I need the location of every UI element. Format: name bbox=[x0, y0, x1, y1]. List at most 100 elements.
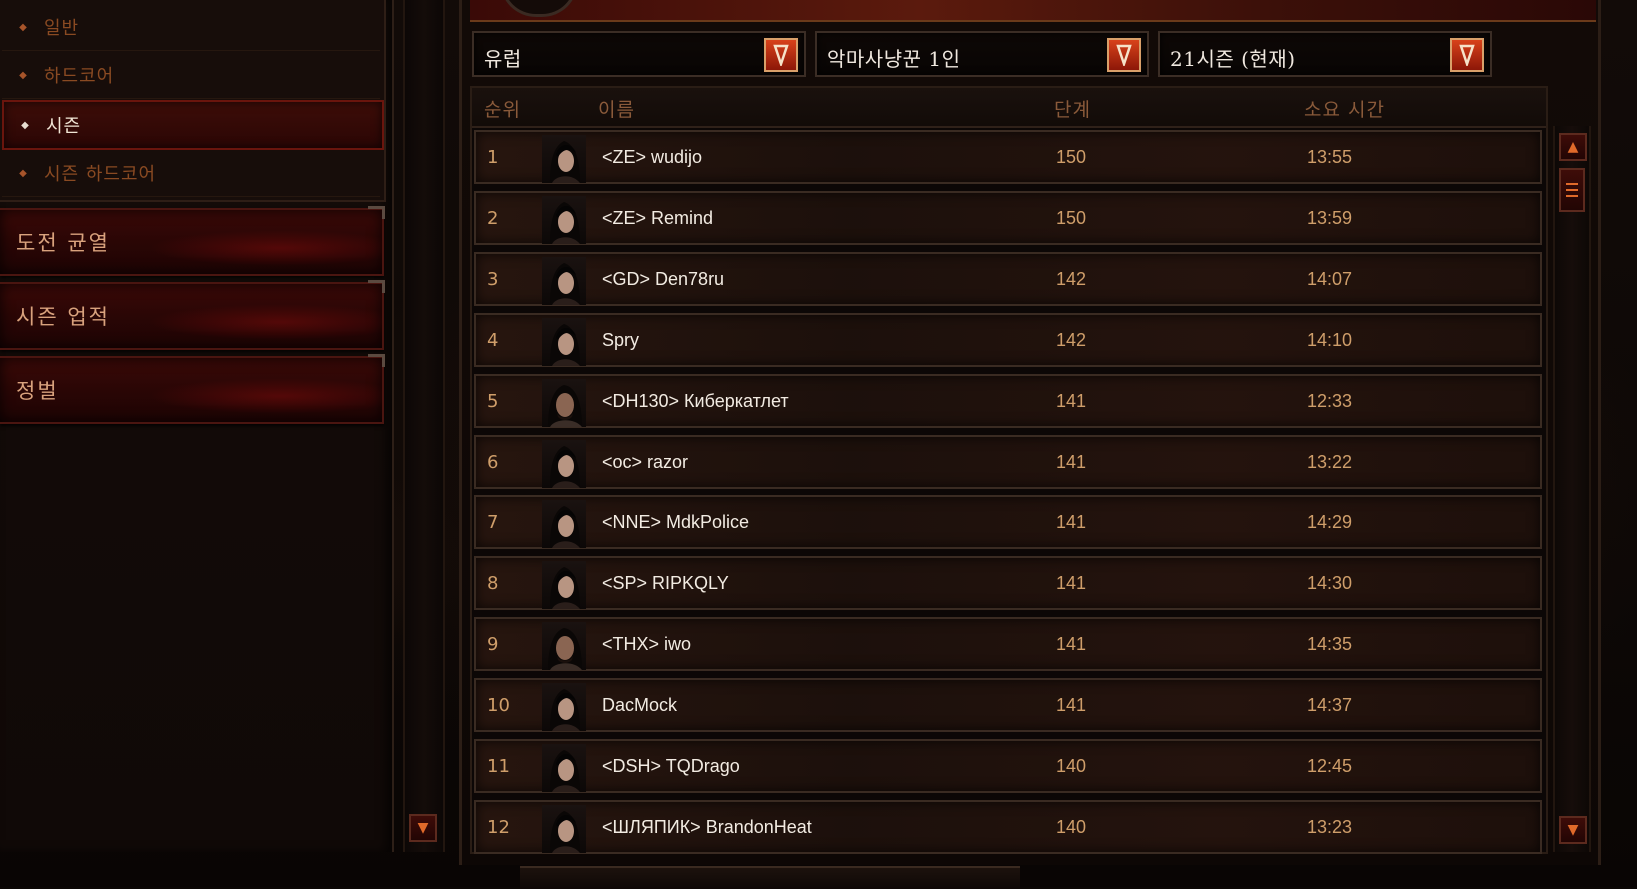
table-row[interactable]: 11 <DSH> TQDrago 140 12:45 bbox=[474, 739, 1542, 793]
player-name[interactable]: <THX> iwo bbox=[602, 634, 691, 655]
submenu-item-season[interactable]: ◆ 시즌 bbox=[2, 100, 384, 150]
rank-cell: 4 bbox=[487, 329, 499, 351]
player-name[interactable]: <DH130> Киберкатлет bbox=[602, 391, 789, 412]
time-cell: 14:30 bbox=[1307, 573, 1353, 594]
left-panel: ◆ 일반 ◆ 하드코어 ◆ 시즌 ◆ 시즌 하드코어 도전 균열 시즌 업적 정… bbox=[0, 0, 394, 852]
nav-button-label: 정벌 bbox=[16, 379, 59, 403]
player-name[interactable]: <ZE> Remind bbox=[602, 208, 713, 229]
rank-cell: 12 bbox=[487, 816, 510, 838]
table-row[interactable]: 10 DacMock 141 14:37 bbox=[474, 678, 1542, 733]
grip-icon[interactable] bbox=[1559, 168, 1585, 212]
submenu-item-label: 시즌 하드코어 bbox=[44, 164, 157, 185]
rank-cell: 1 bbox=[487, 147, 499, 168]
level-cell: 141 bbox=[1056, 695, 1087, 716]
region-value: 유럽 bbox=[484, 47, 522, 71]
time-cell: 12:45 bbox=[1307, 756, 1353, 776]
avatar bbox=[542, 683, 586, 732]
time-cell: 12:33 bbox=[1307, 390, 1353, 411]
chevron-down-icon[interactable] bbox=[1107, 38, 1141, 72]
level-cell: 141 bbox=[1056, 512, 1087, 533]
table-row[interactable]: 4 Spry 142 14:10 bbox=[474, 312, 1542, 367]
time-cell: 13:59 bbox=[1307, 207, 1353, 228]
submenu-item-season-hardcore[interactable]: ◆ 시즌 하드코어 bbox=[2, 150, 380, 197]
level-cell: 142 bbox=[1056, 329, 1087, 350]
level-cell: 140 bbox=[1056, 756, 1087, 776]
player-name[interactable]: <SP> RIPKQLY bbox=[602, 573, 729, 594]
time-cell: 14:37 bbox=[1307, 695, 1353, 716]
time-cell: 14:35 bbox=[1307, 634, 1353, 655]
season-journey-button[interactable]: 시즌 업적 bbox=[0, 280, 385, 350]
player-name[interactable]: <GD> Den78ru bbox=[602, 269, 724, 290]
bullet-icon: ◆ bbox=[21, 119, 29, 131]
season-dropdown[interactable]: 21시즌 (현재) bbox=[1158, 31, 1492, 77]
player-name[interactable]: <DSH> TQDrago bbox=[602, 756, 740, 777]
rank-cell: 6 bbox=[487, 451, 499, 473]
player-name[interactable]: <oc> razor bbox=[602, 452, 688, 473]
chevron-down-icon[interactable] bbox=[1450, 38, 1484, 72]
nav-button-label: 시즌 업적 bbox=[16, 305, 110, 329]
bullet-icon: ◆ bbox=[19, 167, 27, 179]
time-cell: 13:22 bbox=[1307, 451, 1353, 472]
nav-button-label: 도전 균열 bbox=[16, 231, 110, 255]
chevron-down-icon[interactable] bbox=[764, 38, 798, 72]
arrow-down-icon[interactable]: ▼ bbox=[1559, 816, 1587, 844]
table-row[interactable]: 5 <DH130> Киберкатлет 141 12:33 bbox=[474, 373, 1542, 428]
time-cell: 14:07 bbox=[1307, 268, 1353, 289]
submenu-item-label: 하드코어 bbox=[44, 66, 115, 87]
bullet-icon: ◆ bbox=[19, 69, 27, 81]
avatar bbox=[542, 622, 586, 671]
category-dropdown[interactable]: 악마사냥꾼 1인 bbox=[815, 31, 1149, 77]
header-time[interactable]: 소요 시간 bbox=[1304, 95, 1385, 122]
time-cell: 13:55 bbox=[1307, 147, 1353, 167]
avatar bbox=[542, 439, 586, 488]
level-cell: 141 bbox=[1056, 390, 1087, 411]
rank-cell: 2 bbox=[487, 207, 499, 229]
time-cell: 14:10 bbox=[1307, 329, 1353, 350]
submenu-item-normal[interactable]: ◆ 일반 bbox=[2, 4, 380, 51]
submenu-item-hardcore[interactable]: ◆ 하드코어 bbox=[2, 52, 380, 99]
rank-cell: 7 bbox=[487, 512, 499, 534]
avatar bbox=[542, 317, 586, 366]
time-cell: 13:23 bbox=[1307, 816, 1353, 837]
rank-cell: 9 bbox=[487, 634, 499, 656]
table-row[interactable]: 7 <NNE> MdkPolice 141 14:29 bbox=[474, 495, 1542, 550]
arrow-down-icon[interactable]: ▼ bbox=[409, 814, 437, 842]
table-row[interactable]: 1 <ZE> wudijo 150 13:55 bbox=[474, 130, 1542, 184]
avatar bbox=[542, 256, 586, 305]
left-scrollbar[interactable] bbox=[403, 0, 445, 852]
submenu-item-label: 일반 bbox=[44, 18, 80, 39]
avatar bbox=[542, 195, 586, 244]
level-cell: 141 bbox=[1056, 451, 1087, 472]
top-banner bbox=[470, 0, 1596, 22]
player-name[interactable]: <NNE> MdkPolice bbox=[602, 512, 749, 533]
header-rank[interactable]: 순위 bbox=[484, 95, 521, 122]
table-row[interactable]: 6 <oc> razor 141 13:22 bbox=[474, 434, 1542, 489]
table-row[interactable]: 8 <SP> RIPKQLY 141 14:30 bbox=[474, 556, 1542, 611]
table-row[interactable]: 9 <THX> iwo 141 14:35 bbox=[474, 617, 1542, 672]
bullet-icon: ◆ bbox=[19, 21, 27, 33]
table-row[interactable]: 2 <ZE> Remind 150 13:59 bbox=[474, 190, 1542, 245]
time-cell: 14:29 bbox=[1307, 512, 1353, 533]
header-name[interactable]: 이름 bbox=[598, 95, 635, 122]
arrow-up-icon[interactable]: ▲ bbox=[1559, 133, 1587, 161]
challenge-rift-button[interactable]: 도전 균열 bbox=[0, 206, 385, 276]
table-row[interactable]: 3 <GD> Den78ru 142 14:07 bbox=[474, 251, 1542, 306]
player-name[interactable]: DacMock bbox=[602, 695, 677, 716]
rank-cell: 5 bbox=[487, 390, 499, 412]
level-cell: 150 bbox=[1056, 147, 1087, 167]
rank-cell: 8 bbox=[487, 573, 499, 595]
region-dropdown[interactable]: 유럽 bbox=[472, 31, 806, 77]
avatar bbox=[542, 561, 586, 610]
header-level[interactable]: 단계 bbox=[1054, 95, 1091, 122]
table-row[interactable]: 12 <ШЛЯПИК> BrandonHeat 140 13:23 bbox=[474, 799, 1542, 854]
conquest-button[interactable]: 정벌 bbox=[0, 354, 385, 424]
avatar bbox=[542, 378, 586, 427]
table-scrollbar[interactable] bbox=[1553, 126, 1591, 852]
player-name[interactable]: Spry bbox=[602, 330, 639, 351]
avatar bbox=[542, 804, 586, 853]
player-name[interactable]: <ШЛЯПИК> BrandonHeat bbox=[602, 817, 812, 838]
season-value: 21시즌 (현재) bbox=[1170, 47, 1296, 71]
bottom-decoration bbox=[520, 866, 1020, 889]
player-name[interactable]: <ZE> wudijo bbox=[602, 147, 702, 168]
rank-cell: 3 bbox=[487, 268, 499, 290]
